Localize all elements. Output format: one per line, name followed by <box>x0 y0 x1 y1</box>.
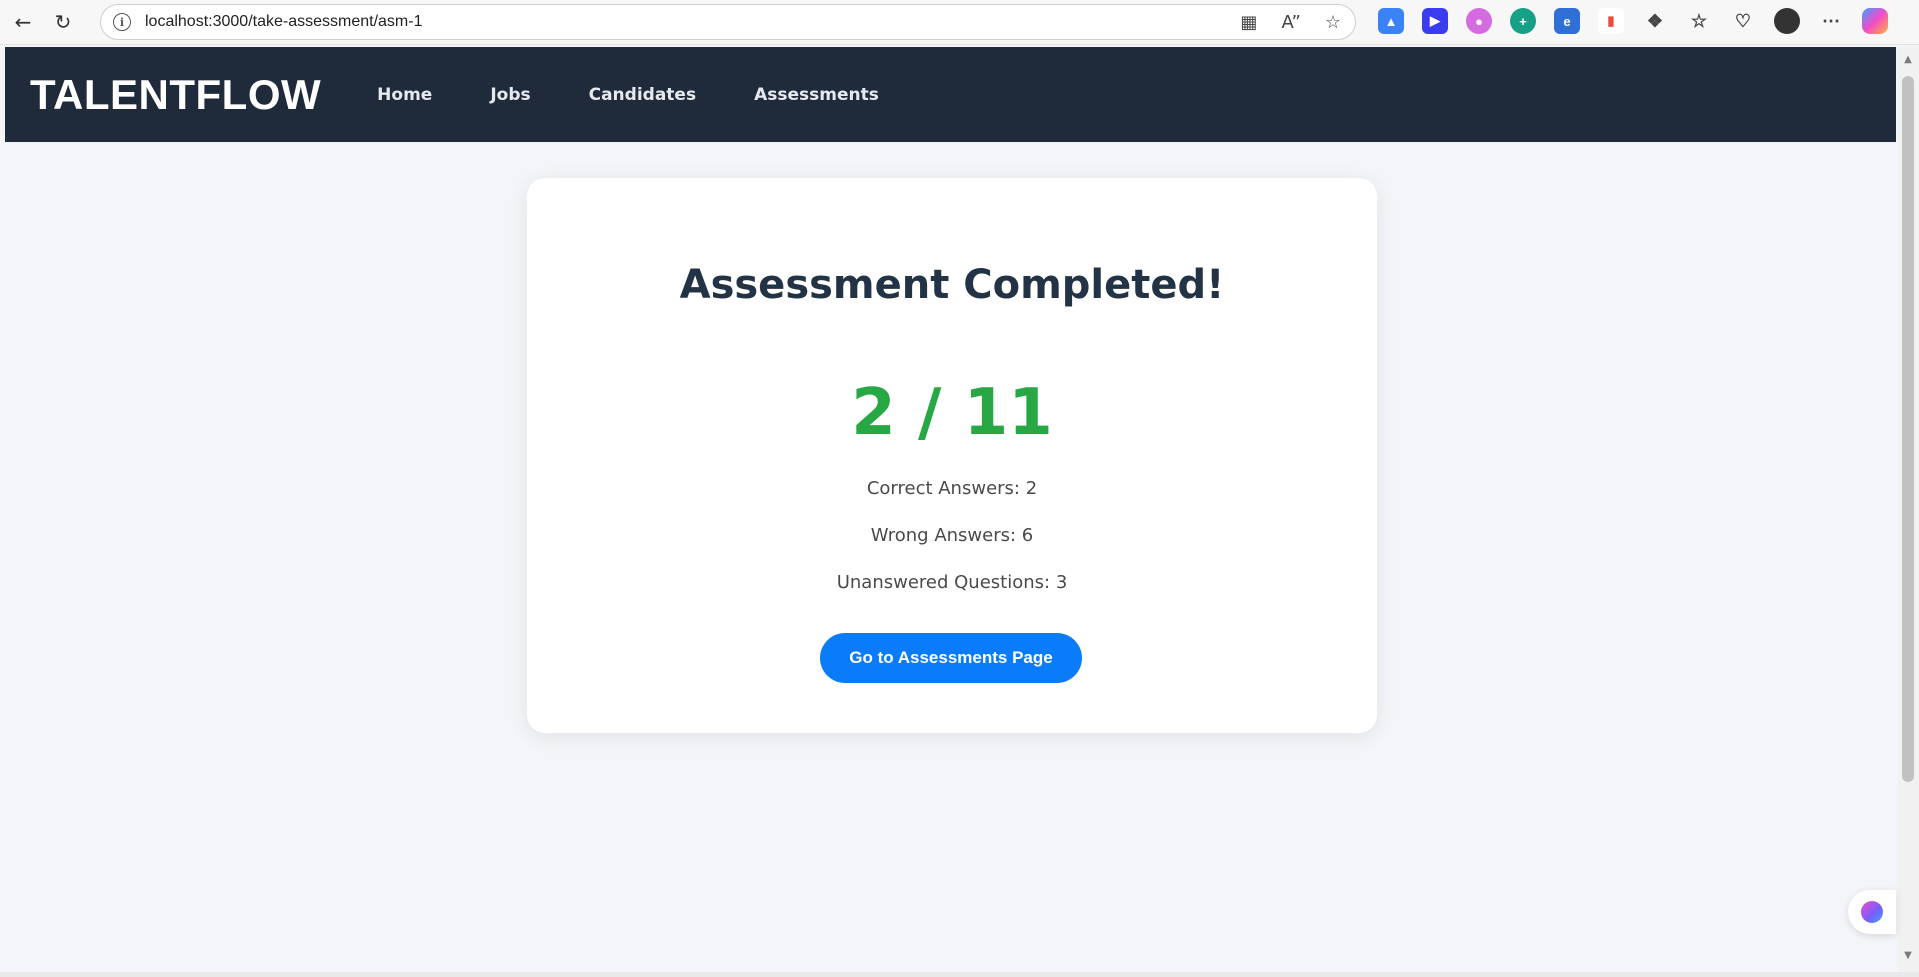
brand-logo[interactable]: TALENTFLOW <box>30 71 321 119</box>
result-card: Assessment Completed! 2 / 11 Correct Ans… <box>527 178 1377 733</box>
scrollbar-thumb[interactable] <box>1902 76 1914 782</box>
copilot-icon[interactable] <box>1862 8 1888 34</box>
health-heart-icon[interactable]: ♡ <box>1730 8 1756 34</box>
url-text[interactable]: localhost:3000/take-assessment/asm-1 <box>145 13 422 31</box>
extension-play-icon[interactable]: ▶ <box>1422 8 1448 34</box>
site-info-icon[interactable]: i <box>113 13 131 31</box>
extension-graduation-icon[interactable]: ▲ <box>1378 8 1404 34</box>
nav-links: Home Jobs Candidates Assessments <box>377 85 879 105</box>
extension-plus-icon[interactable]: + <box>1510 8 1536 34</box>
app-available-icon[interactable]: ▦ <box>1240 12 1257 33</box>
score-display: 2 / 11 <box>851 376 1053 450</box>
extensions-puzzle-icon[interactable]: ❖ <box>1642 8 1668 34</box>
nav-link-assessments[interactable]: Assessments <box>754 85 879 105</box>
correct-answers-text: Correct Answers: 2 <box>866 478 1038 499</box>
result-title: Assessment Completed! <box>679 262 1225 308</box>
browser-toolbar: ← ↻ i localhost:3000/take-assessment/asm… <box>0 0 1919 45</box>
unanswered-questions-text: Unanswered Questions: 3 <box>836 572 1068 593</box>
reload-icon[interactable]: ↻ <box>46 5 80 39</box>
nav-link-jobs[interactable]: Jobs <box>490 85 530 105</box>
extension-brain-icon[interactable]: ● <box>1466 8 1492 34</box>
profile-avatar[interactable] <box>1774 8 1800 34</box>
bottom-border <box>0 972 1919 977</box>
brain-icon <box>1861 901 1883 923</box>
extension-document-icon[interactable]: e <box>1554 8 1580 34</box>
address-bar[interactable]: i localhost:3000/take-assessment/asm-1 ▦… <box>100 4 1356 40</box>
back-icon[interactable]: ← <box>6 5 40 39</box>
extension-chart-icon[interactable]: ▮ <box>1598 8 1624 34</box>
nav-link-candidates[interactable]: Candidates <box>589 85 696 105</box>
nav-link-home[interactable]: Home <box>377 85 432 105</box>
favorite-star-icon[interactable]: ☆ <box>1325 12 1341 33</box>
floating-assistant-button[interactable] <box>1848 890 1896 934</box>
app-navbar: TALENTFLOW Home Jobs Candidates Assessme… <box>5 47 1896 142</box>
read-aloud-icon[interactable]: A” <box>1281 12 1300 33</box>
wrong-answers-text: Wrong Answers: 6 <box>870 525 1034 546</box>
favorites-icon[interactable]: ☆ <box>1686 8 1712 34</box>
scroll-down-arrow-icon[interactable]: ▼ <box>1902 948 1914 962</box>
go-to-assessments-button[interactable]: Go to Assessments Page <box>820 633 1082 683</box>
more-options-icon[interactable]: ⋯ <box>1818 8 1844 34</box>
scroll-up-arrow-icon[interactable]: ▲ <box>1902 52 1914 66</box>
